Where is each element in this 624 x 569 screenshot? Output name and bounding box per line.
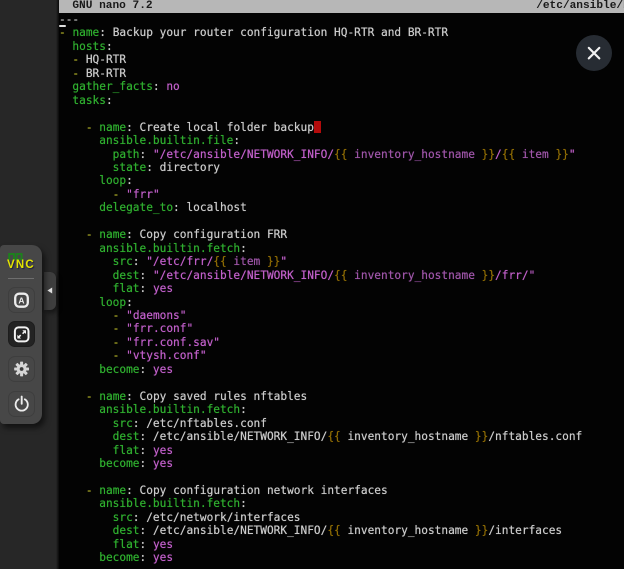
svg-text:A: A (18, 295, 24, 305)
